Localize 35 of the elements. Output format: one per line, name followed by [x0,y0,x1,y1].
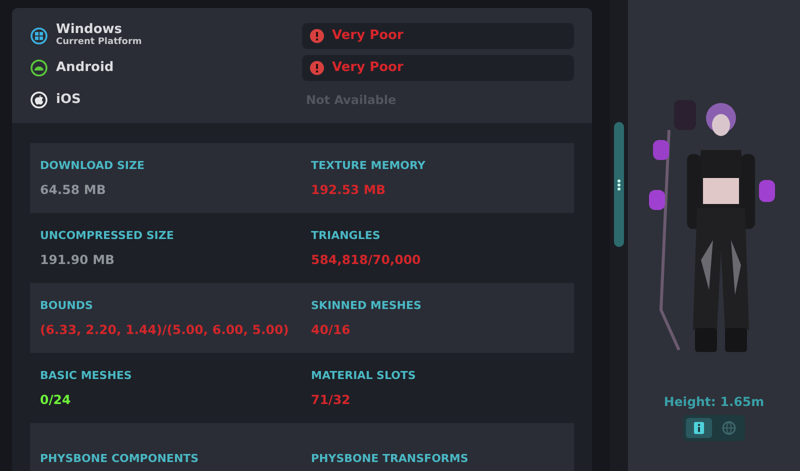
warning-icon [310,28,324,42]
platform-name: Android [56,60,114,74]
rating-badge: Very Poor [302,54,574,80]
platform-subtitle: Current Platform [56,37,142,48]
dots-icon [617,178,621,190]
platform-name: iOS [56,92,81,106]
warning-icon [310,60,324,74]
stat-value: 191.90 MB [40,252,116,267]
rating-badge: Very Poor [302,22,574,48]
view-toggle-button[interactable] [686,418,712,438]
stat-label: BASIC MESHES [40,369,133,382]
stat-label: TRIANGLES [311,229,382,242]
globe-icon [722,421,736,435]
apple-logo-icon [30,90,48,108]
stat-label: PHYSBONE TRANSFORMS [311,452,470,464]
stat-label: TEXTURE MEMORY [311,159,426,172]
panel-resize-handle[interactable] [614,122,624,247]
stat-value: 71/32 [311,392,352,407]
platform-name: Windows [56,23,124,37]
stat-label: UNCOMPRESSED SIZE [40,229,175,242]
stat-label: MATERIAL SLOTS [311,369,417,382]
stat-label: SKINNED MESHES [311,299,422,312]
android-logo-icon [30,58,48,76]
stat-value: 192.53 MB [311,182,387,197]
windows-logo-icon [30,26,48,44]
info-icon [693,421,705,435]
stat-value: (6.33, 2.20, 1.44)/(5.00, 6.00, 5.00) [40,322,290,337]
stat-value: 584,818/70,000 [311,252,422,267]
stat-label: PHYSBONE COMPONENTS [40,452,200,464]
stat-value: 64.58 MB [40,182,107,197]
stat-label: DOWNLOAD SIZE [40,159,146,172]
stat-label: BOUNDS [40,299,94,312]
height-label: Height: 1.65m [664,394,764,409]
stat-value: 40/16 [311,322,352,337]
stat-value: 0/24 [40,392,72,407]
